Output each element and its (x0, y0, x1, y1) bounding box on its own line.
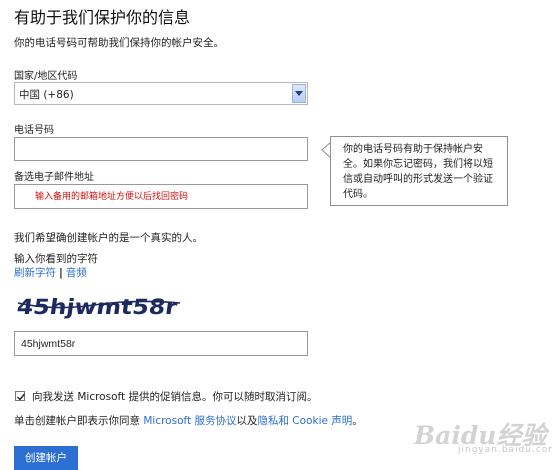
terms-prefix: 单击创建帐户即表示你同意 (14, 415, 144, 427)
chevron-down-icon[interactable] (292, 84, 306, 103)
terms-statement: 单击创建帐户即表示你同意 Microsoft 服务协议以及隐私和 Cookie … (14, 413, 363, 428)
page-subtitle: 你的电话号码可帮助我们保持你的帐户安全。 (14, 37, 224, 49)
email-annotation: 输入备用的邮箱地址方便以后找回密码 (35, 192, 189, 202)
captcha-links: 刷新字符 | 音频 (14, 265, 87, 280)
captcha-input[interactable] (14, 331, 308, 356)
terms-middle: 以及 (236, 415, 258, 427)
captcha-label: 输入你看到的字符 (14, 253, 98, 265)
captcha-link-separator: | (59, 267, 63, 279)
create-account-button[interactable]: 创建帐户 (14, 446, 78, 470)
email-field[interactable]: 输入备用的邮箱地址方便以后找回密码 (14, 184, 308, 209)
human-verification-note: 我们希望确创建帐户的是一个真实的人。 (14, 232, 203, 244)
promo-checkbox[interactable] (15, 391, 26, 401)
phone-label: 电话号码 (14, 125, 54, 136)
refresh-captcha-link[interactable]: 刷新字符 (14, 267, 56, 279)
check-icon (17, 393, 26, 401)
email-label: 备选电子邮件地址 (14, 172, 94, 183)
baidu-watermark: Baidu经验 jingyan.baidu.com (414, 416, 552, 460)
captcha-image: 45hjwmt58r (15, 294, 181, 319)
phone-field[interactable] (14, 137, 308, 161)
audio-captcha-link[interactable]: 音频 (66, 267, 87, 279)
phone-help-tooltip: 你的电话号码有助于保持帐户安全。如果你忘记密码，我们将以短信或自动呼叫的形式发送… (330, 136, 508, 206)
service-agreement-link[interactable]: Microsoft 服务协议 (143, 415, 236, 427)
page-title: 有助于我们保护你的信息 (14, 8, 191, 27)
watermark-sub: jingyan.baidu.com (458, 445, 552, 455)
country-select[interactable]: 中国 (+86) (14, 82, 308, 105)
country-select-value: 中国 (+86) (19, 89, 74, 101)
country-label: 国家/地区代码 (14, 71, 78, 82)
privacy-cookie-link[interactable]: 隐私和 Cookie 声明 (257, 415, 352, 427)
promo-label: 向我发送 Microsoft 提供的促销信息。你可以随时取消订阅。 (32, 391, 318, 403)
terms-suffix: 。 (352, 415, 363, 427)
